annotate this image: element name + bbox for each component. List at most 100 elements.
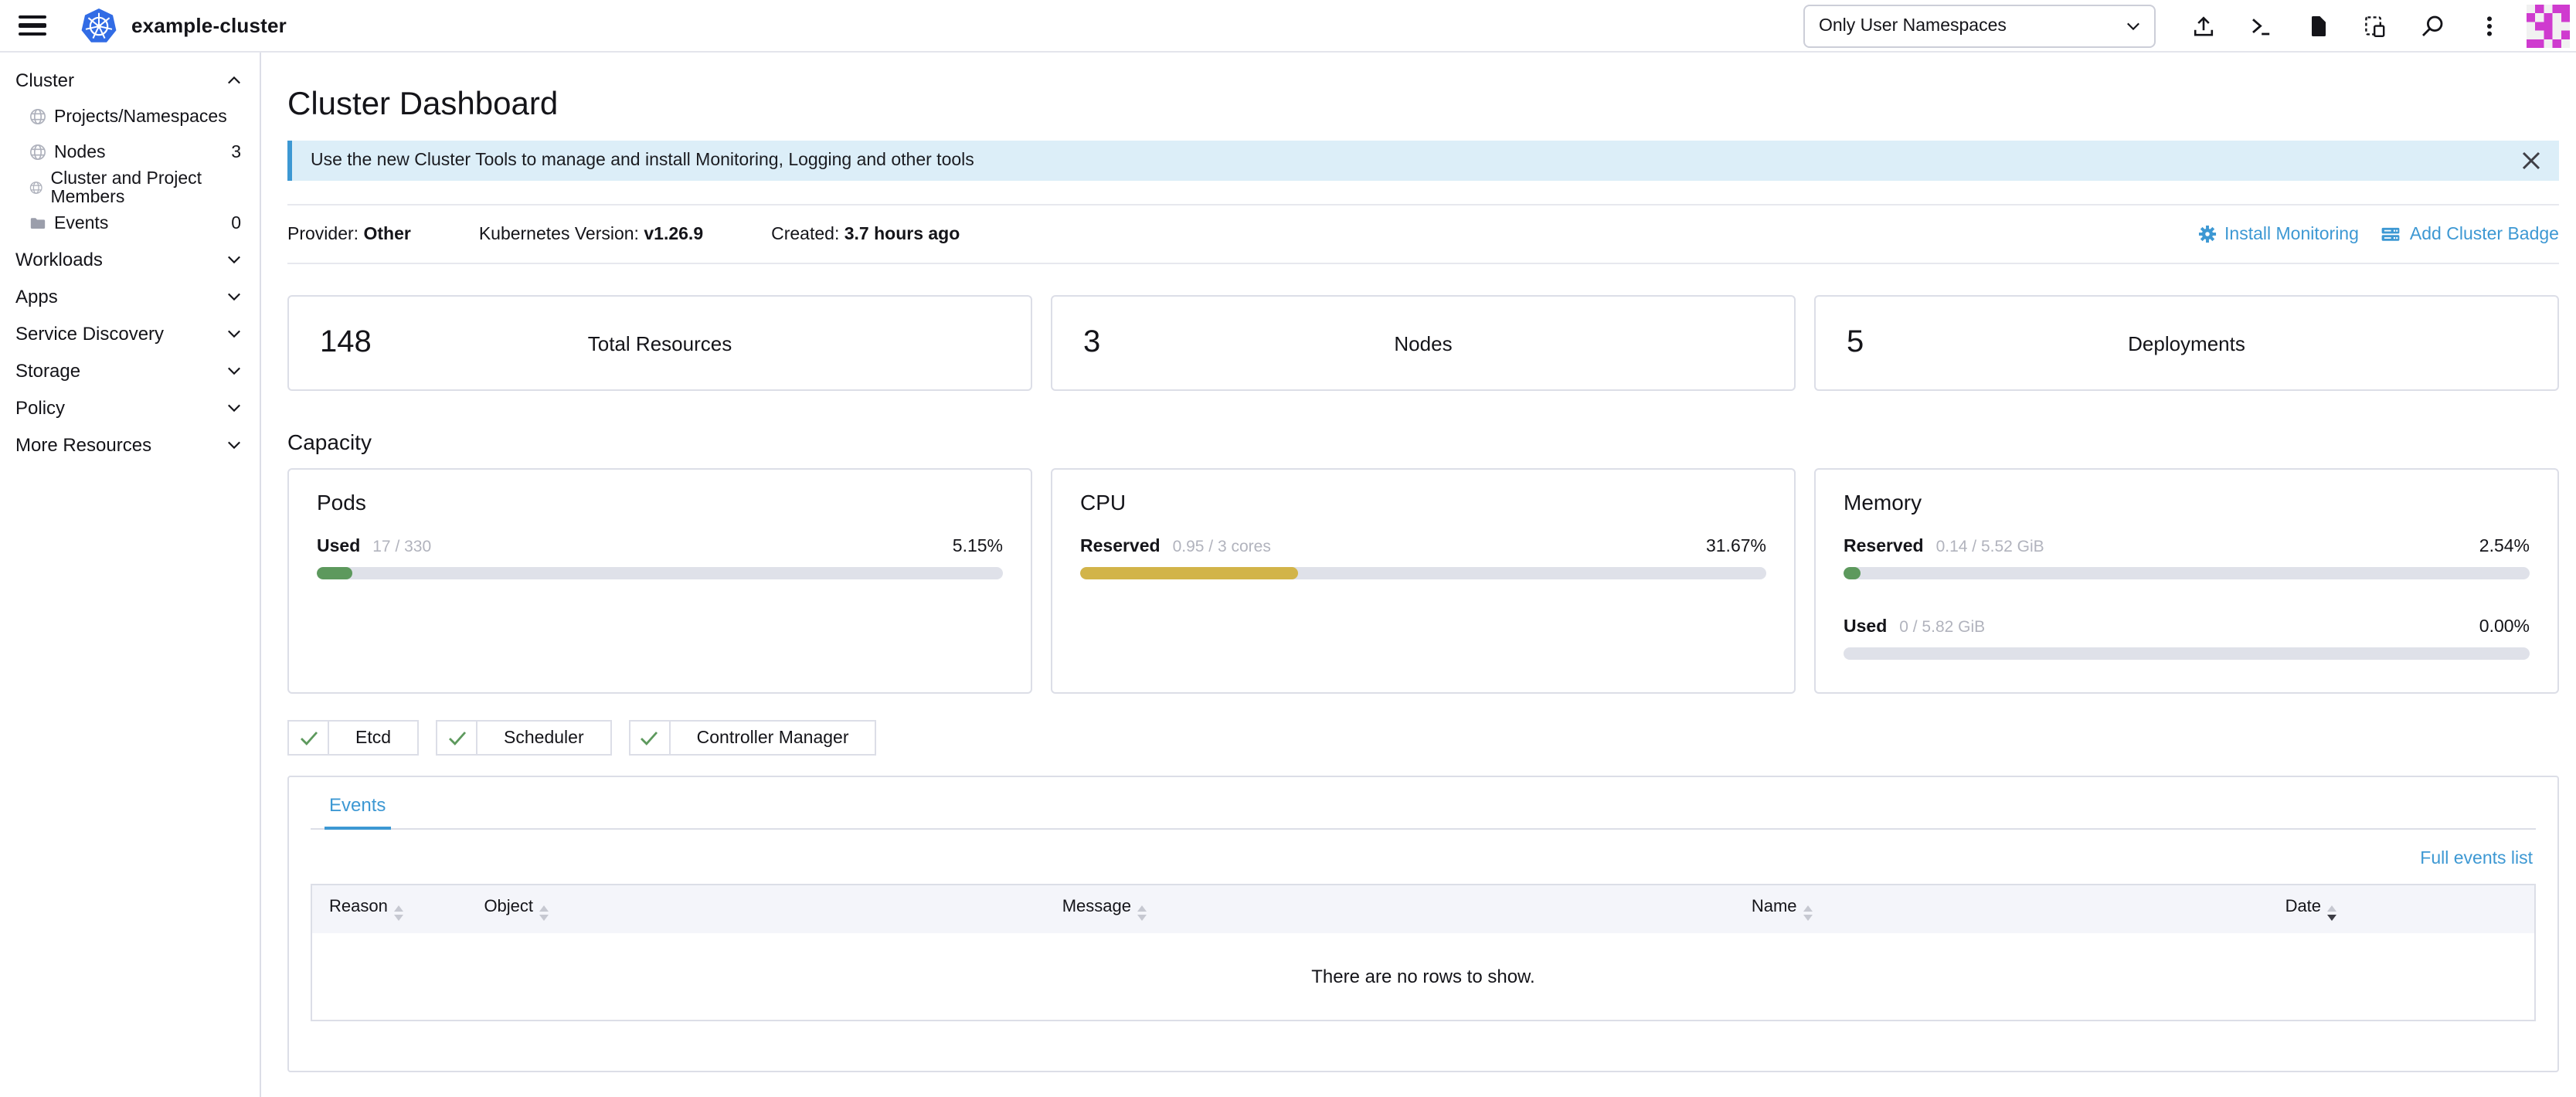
chevron-down-icon (227, 403, 241, 413)
component-label: Etcd (329, 722, 417, 754)
column-header-object[interactable]: Object (467, 885, 1045, 932)
sidebar-section-service-discovery[interactable]: Service Discovery (0, 315, 260, 352)
cluster-name: example-cluster (131, 14, 287, 37)
sort-carets-icon (1137, 905, 1147, 920)
user-avatar[interactable] (2527, 4, 2570, 47)
sidebar-section-label: Storage (15, 360, 80, 382)
kubernetes-logo-icon (80, 7, 117, 44)
gauge-row-detail: 0.14 / 5.52 GiB (1936, 538, 2044, 556)
sidebar: Cluster Projects/Namespaces Nodes 3 (0, 53, 261, 1097)
component-badge-controller-manager: Controller Manager (629, 720, 877, 756)
gauge-row-percent: 2.54% (2479, 538, 2530, 556)
chevron-down-icon (227, 292, 241, 301)
check-icon (437, 722, 477, 754)
full-events-list-link[interactable]: Full events list (2420, 850, 2533, 868)
capacity-gauges: Pods Used 17 / 330 5.15% CPU Reserved 0.… (287, 468, 2559, 694)
copy-kubeconfig-icon[interactable] (2361, 12, 2387, 39)
chevron-down-icon (227, 329, 241, 338)
stat-cards: 148 Total Resources 3 Nodes 5 Deployment… (287, 295, 2559, 391)
gauge-row-label: Reserved (1080, 538, 1161, 556)
gauge-title: Memory (1844, 490, 2530, 515)
stat-card-deployments[interactable]: 5 Deployments (1814, 295, 2559, 391)
menu-icon[interactable] (19, 15, 46, 36)
sort-carets-icon (2327, 905, 2336, 920)
sidebar-item-nodes[interactable]: Nodes 3 (0, 134, 260, 170)
tab-events[interactable]: Events (325, 777, 390, 830)
sidebar-section-label: Cluster (15, 70, 74, 91)
sidebar-section-more-resources[interactable]: More Resources (0, 426, 260, 464)
events-tabbar: Events (311, 777, 2536, 830)
sidebar-item-count: 0 (231, 214, 241, 233)
column-header-reason[interactable]: Reason (311, 885, 467, 932)
capacity-heading: Capacity (287, 430, 2559, 454)
progress-bar-fill (317, 567, 352, 579)
check-icon (289, 722, 329, 754)
namespace-filter-select[interactable]: Only User Namespaces (1803, 4, 2156, 47)
gauge-row-label: Used (1844, 618, 1887, 637)
globe-icon (29, 108, 46, 125)
sidebar-item-cluster-project-members[interactable]: Cluster and Project Members (0, 170, 260, 205)
rancher-cluster-dashboard: example-cluster Only User Namespaces (0, 0, 2576, 1097)
sidebar-section-label: Workloads (15, 249, 103, 270)
sidebar-section-label: Apps (15, 286, 58, 307)
glance-created: Created: 3.7 hours ago (771, 225, 960, 243)
kubectl-shell-icon[interactable] (2247, 12, 2273, 39)
column-header-message[interactable]: Message (1045, 885, 1735, 932)
component-badge-scheduler: Scheduler (436, 720, 612, 756)
stat-card-total-resources[interactable]: 148 Total Resources (287, 295, 1032, 391)
component-label: Scheduler (477, 722, 610, 754)
namespace-filter-value: Only User Namespaces (1819, 16, 2007, 35)
gauge-row-percent: 5.15% (953, 538, 1003, 556)
sidebar-section-cluster[interactable]: Cluster (0, 62, 260, 99)
gear-icon (2197, 224, 2217, 244)
component-status-row: Etcd Scheduler Controller Manager (287, 720, 2559, 756)
chevron-down-icon (227, 440, 241, 450)
sidebar-section-label: More Resources (15, 434, 151, 456)
gauge-row-detail: 17 / 330 (372, 538, 431, 556)
top-bar: example-cluster Only User Namespaces (0, 0, 2576, 53)
stat-value: 3 (1083, 325, 1100, 361)
sidebar-item-events[interactable]: Events 0 (0, 205, 260, 241)
progress-bar (1080, 567, 1766, 579)
progress-bar (1844, 647, 2530, 660)
page-title: Cluster Dashboard (287, 85, 2559, 124)
gauge-card-cpu: CPU Reserved 0.95 / 3 cores 31.67% (1051, 468, 1796, 694)
add-cluster-badge-link[interactable]: Add Cluster Badge (2381, 224, 2559, 244)
close-icon[interactable] (2522, 151, 2540, 170)
sort-carets-icon (1803, 905, 1813, 920)
component-label: Controller Manager (671, 722, 875, 754)
column-header-date[interactable]: Date (2268, 885, 2535, 932)
gauge-card-pods: Pods Used 17 / 330 5.15% (287, 468, 1032, 694)
stat-card-nodes[interactable]: 3 Nodes (1051, 295, 1796, 391)
banner-text: Use the new Cluster Tools to manage and … (311, 151, 974, 170)
install-monitoring-link[interactable]: Install Monitoring (2197, 224, 2359, 244)
progress-bar (317, 567, 1003, 579)
sidebar-section-storage[interactable]: Storage (0, 352, 260, 389)
search-icon[interactable] (2418, 12, 2445, 39)
sidebar-section-policy[interactable]: Policy (0, 389, 260, 426)
events-table-header-row: Reason Object Message Name Date (311, 885, 2535, 932)
glance-row: Provider: Other Kubernetes Version: v1.2… (287, 205, 2559, 263)
sidebar-section-workloads[interactable]: Workloads (0, 241, 260, 278)
component-badge-etcd: Etcd (287, 720, 419, 756)
stat-value: 148 (320, 325, 372, 361)
sidebar-item-label: Events (54, 214, 108, 233)
sidebar-item-count: 3 (231, 143, 241, 161)
column-header-name[interactable]: Name (1735, 885, 2268, 932)
sort-carets-icon (539, 905, 549, 920)
sidebar-section-apps[interactable]: Apps (0, 278, 260, 315)
import-yaml-icon[interactable] (2190, 12, 2216, 39)
divider (287, 263, 2559, 264)
events-empty-row: There are no rows to show. (311, 932, 2535, 1020)
gauge-row-label: Reserved (1844, 538, 1924, 556)
docs-icon[interactable] (2304, 12, 2330, 39)
kebab-menu-icon[interactable] (2476, 12, 2502, 39)
chevron-down-icon (227, 366, 241, 375)
sidebar-section-label: Service Discovery (15, 323, 164, 345)
folder-icon (29, 215, 46, 232)
sidebar-item-projects-namespaces[interactable]: Projects/Namespaces (0, 99, 260, 134)
cluster-badge-icon (2381, 224, 2402, 244)
glance-provider: Provider: Other (287, 225, 411, 243)
chevron-down-icon (2126, 21, 2140, 30)
stat-label: Deployments (2128, 331, 2245, 355)
